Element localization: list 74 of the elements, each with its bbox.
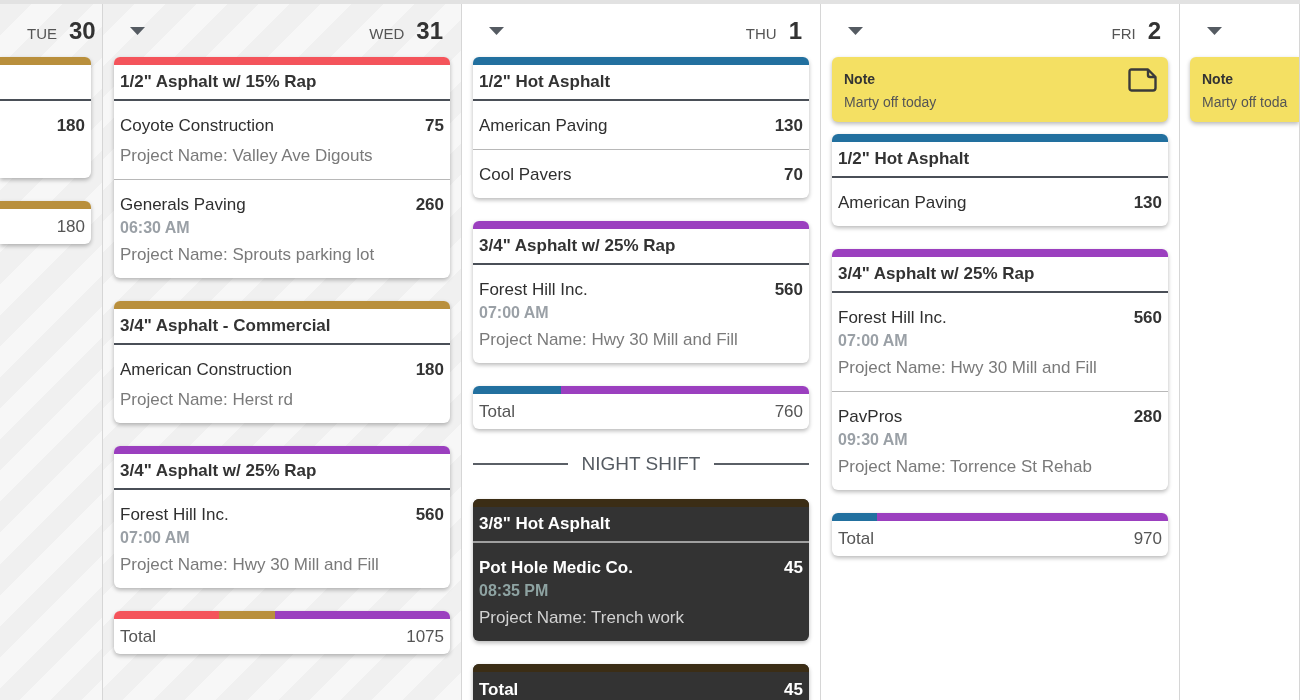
customer-name: American Construction [120, 359, 292, 381]
total-label: Total [120, 625, 156, 648]
customer-name: PavPros [838, 406, 903, 428]
project-name: Project Name: Trench work [479, 607, 684, 629]
note-title: Note [1202, 70, 1235, 88]
note-text: Marty off toda [1202, 93, 1288, 111]
dropdown-caret-icon[interactable] [489, 26, 504, 35]
quantity: 180 [56, 115, 85, 137]
date-number: 2 [1147, 16, 1161, 45]
quantity: 45 [784, 557, 803, 579]
weekday-label: THU [745, 23, 777, 44]
mix-title: 1/2" Hot Asphalt [838, 148, 970, 170]
note-title: Note [844, 70, 877, 88]
total-label: Total [838, 527, 874, 550]
quantity: 280 [1133, 406, 1162, 428]
mix-title: 1/2" Asphalt w/ 15% Rap [120, 71, 317, 93]
delivery-time: 07:00 AM [838, 331, 908, 351]
project-name: Project Name: Sprouts parking lot [120, 244, 375, 266]
quantity: 130 [1133, 192, 1162, 214]
total-label: Total [479, 400, 515, 423]
note-text: Marty off today [844, 93, 937, 111]
project-name: Project Name: Hwy 30 Mill and Fill [479, 329, 738, 351]
date-number: 31 [416, 16, 443, 45]
customer-name: Forest Hill Inc. [838, 307, 947, 329]
customer-name: Generals Paving [120, 194, 246, 216]
project-name: Project Name: Torrence St Rehab [838, 456, 1092, 478]
quantity: 180 [415, 359, 444, 381]
project-name: Project Name: Valley Ave Digouts [120, 145, 373, 167]
total-value: 760 [774, 400, 803, 423]
mix-title: 3/4" Asphalt w/ 25% Rap [120, 460, 317, 482]
project-name: Project Name: Hwy 30 Mill and Fill [120, 554, 379, 576]
total-value: 1075 [406, 625, 444, 648]
quantity: 75 [425, 115, 444, 137]
night-shift-label: NIGHT SHIFT [581, 452, 701, 476]
total-value: 45 [784, 678, 803, 700]
total-value: 180 [56, 215, 85, 238]
customer-name: Pot Hole Medic Co. [479, 557, 633, 579]
mix-title: 3/4" Asphalt w/ 25% Rap [479, 235, 676, 257]
note-card[interactable]: Note Marty off today [832, 57, 1168, 122]
weekday-label: WED [369, 23, 405, 44]
delivery-time: 09:30 AM [838, 430, 908, 450]
quantity: 260 [415, 194, 444, 216]
total-value: 970 [1133, 527, 1162, 550]
quantity: 560 [774, 279, 803, 301]
date-number: 1 [788, 16, 802, 45]
total-label: Total [479, 678, 519, 700]
mix-title: 3/4" Asphalt w/ 25% Rap [838, 263, 1035, 285]
dropdown-caret-icon[interactable] [130, 26, 145, 35]
quantity: 560 [1133, 307, 1162, 329]
customer-name: Coyote Construction [120, 115, 275, 137]
customer-name: American Paving [479, 115, 608, 137]
delivery-time: 07:00 AM [120, 528, 190, 548]
project-name: Project Name: Hwy 30 Mill and Fill [838, 357, 1097, 379]
dropdown-caret-icon[interactable] [848, 26, 863, 35]
date-number: 30 [69, 16, 96, 45]
delivery-time: 06:30 AM [120, 218, 190, 238]
quantity: 560 [415, 504, 444, 526]
quantity: 70 [784, 164, 803, 186]
project-name: Project Name: Herst rd [120, 389, 293, 411]
mix-title: 3/8" Hot Asphalt [479, 513, 611, 535]
note-icon [1128, 68, 1157, 92]
dropdown-caret-icon[interactable] [1207, 26, 1222, 35]
customer-name: Forest Hill Inc. [479, 279, 588, 301]
note-card[interactable]: Note Marty off toda [1190, 57, 1299, 122]
weekday-label: FRI [1111, 23, 1136, 44]
customer-name: Forest Hill Inc. [120, 504, 229, 526]
weekday-label: TUE [27, 23, 57, 44]
customer-name: Cool Pavers [479, 164, 572, 186]
quantity: 130 [774, 115, 803, 137]
mix-title: 1/2" Hot Asphalt [479, 71, 611, 93]
customer-name: American Paving [838, 192, 967, 214]
delivery-time: 07:00 AM [479, 303, 549, 323]
delivery-time: 08:35 PM [479, 581, 549, 601]
mix-title: 3/4" Asphalt - Commercial [120, 315, 331, 337]
